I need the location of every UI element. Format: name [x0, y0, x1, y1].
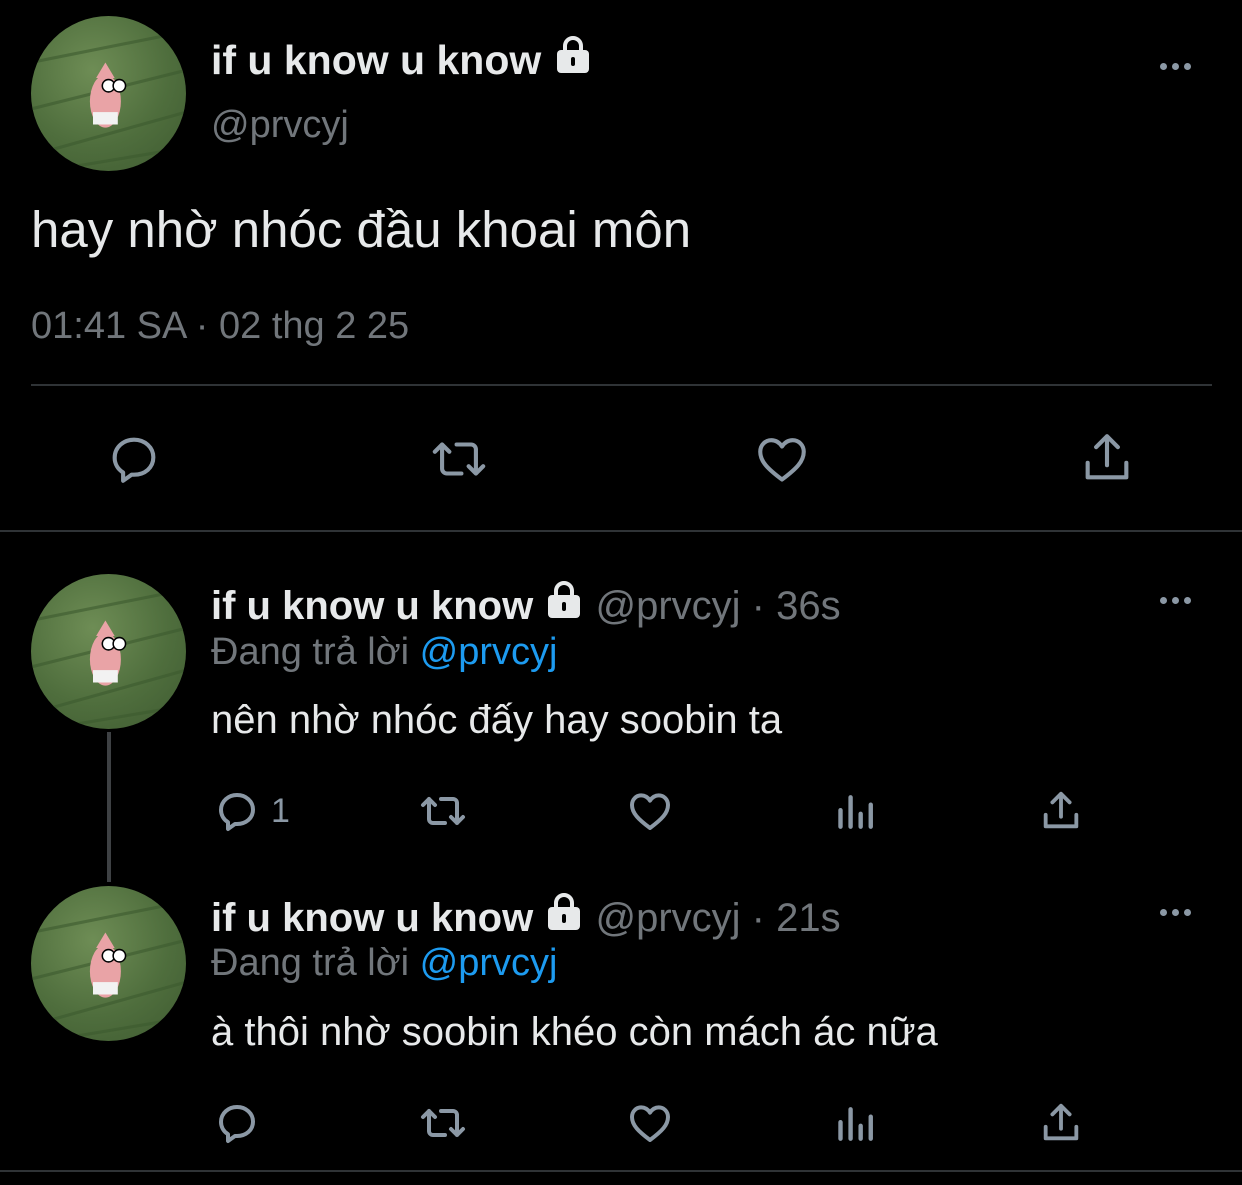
analytics-icon[interactable] — [835, 1102, 879, 1146]
like-icon[interactable] — [752, 430, 812, 488]
analytics-icon[interactable] — [835, 790, 879, 834]
lock-icon — [556, 36, 589, 73]
reply-icon[interactable] — [105, 430, 163, 488]
reply-time[interactable]: 21s — [776, 896, 841, 940]
like-icon[interactable] — [625, 787, 675, 835]
divider — [31, 384, 1212, 386]
share-icon[interactable] — [1038, 1099, 1084, 1147]
more-options-icon[interactable] — [1160, 597, 1191, 604]
main-avatar[interactable] — [31, 16, 186, 171]
reply-avatar[interactable] — [31, 886, 186, 1041]
more-options-icon[interactable] — [1160, 63, 1191, 70]
reply-time[interactable]: 36s — [776, 584, 841, 628]
mention-link[interactable]: @prvcyj — [420, 942, 558, 984]
separator: · — [751, 896, 765, 940]
replying-label: Đang trả lời — [211, 631, 410, 673]
display-name[interactable]: if u know u know — [211, 37, 541, 83]
divider — [0, 530, 1242, 532]
reply-header: if u know u know @prvcyj · 36s — [211, 581, 841, 630]
display-name[interactable]: if u know u know — [211, 896, 533, 940]
lock-icon — [548, 893, 581, 930]
reply-avatar[interactable] — [31, 574, 186, 729]
mention-link[interactable]: @prvcyj — [420, 631, 558, 673]
retweet-icon[interactable] — [426, 430, 492, 488]
reply-count: 1 — [271, 791, 290, 830]
reply-action[interactable]: 1 — [213, 787, 290, 835]
reply-text: à thôi nhờ soobin khéo còn mách ác nữa — [211, 1010, 938, 1054]
retweet-icon[interactable] — [415, 787, 471, 835]
handle[interactable]: @prvcyj — [595, 584, 740, 628]
divider — [0, 1170, 1242, 1172]
replying-to: Đang trả lời @prvcyj — [211, 631, 557, 674]
main-tweet-text: hay nhờ nhóc đầu khoai môn — [31, 201, 692, 258]
display-name[interactable]: if u know u know — [211, 584, 533, 628]
main-timestamp[interactable]: 01:41 SA · 02 thg 2 25 — [31, 305, 409, 348]
more-options-icon[interactable] — [1160, 909, 1191, 916]
share-icon[interactable] — [1078, 428, 1136, 488]
retweet-icon[interactable] — [415, 1099, 471, 1147]
share-icon[interactable] — [1038, 787, 1084, 835]
reply-icon — [219, 793, 255, 831]
main-handle[interactable]: @prvcyj — [211, 104, 349, 147]
reply-icon[interactable] — [213, 1099, 261, 1147]
lock-icon — [548, 581, 581, 618]
reply-header: if u know u know @prvcyj · 21s — [211, 893, 841, 942]
reply-text: nên nhờ nhóc đấy hay soobin ta — [211, 698, 783, 742]
thread-line — [107, 732, 111, 882]
like-icon[interactable] — [625, 1099, 675, 1147]
main-author: if u know u know — [211, 36, 593, 84]
replying-label: Đang trả lời — [211, 942, 410, 984]
replying-to: Đang trả lời @prvcyj — [211, 942, 557, 985]
separator: · — [751, 584, 765, 628]
handle[interactable]: @prvcyj — [595, 896, 740, 940]
